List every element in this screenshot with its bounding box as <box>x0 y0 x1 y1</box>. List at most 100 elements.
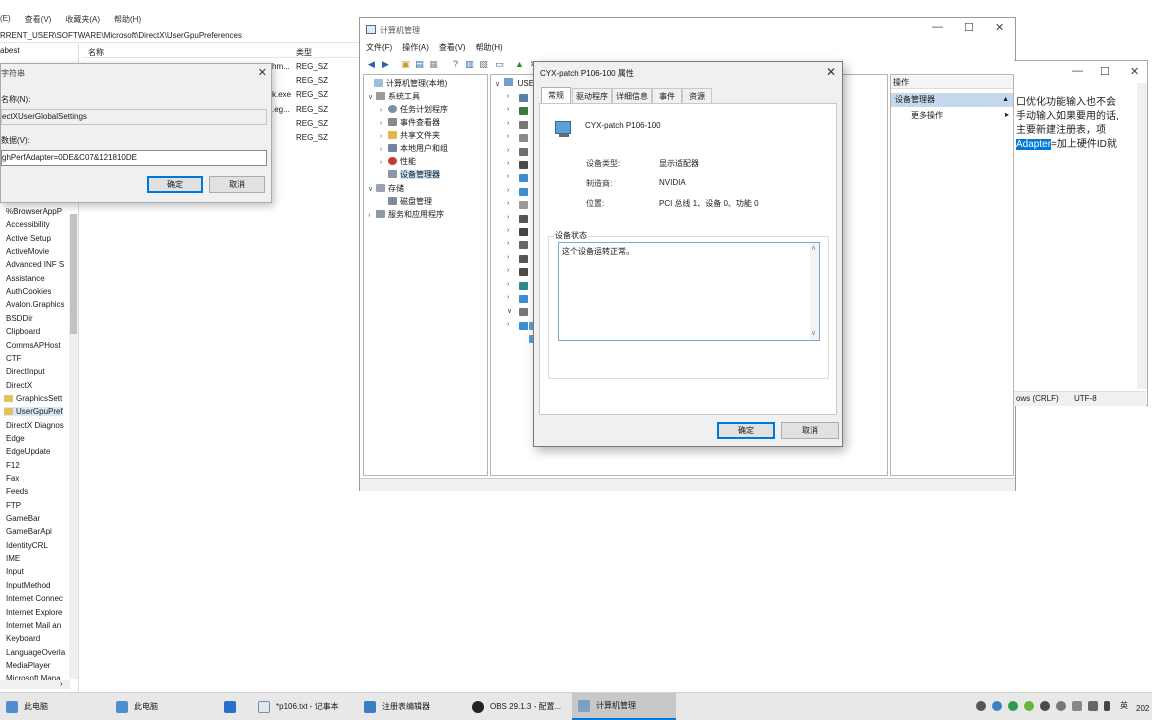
tree-services[interactable]: › 服务和应用程序 <box>368 209 444 220</box>
taskbar-item-obs[interactable]: OBS 29.1.3 - 配置... <box>466 693 568 720</box>
chevron-right-icon[interactable]: › <box>507 254 509 261</box>
chevron-right-icon[interactable]: › <box>507 133 509 140</box>
tree-event-viewer[interactable]: › 事件查看器 <box>380 117 440 128</box>
forward-arrow-icon[interactable]: ▶ <box>380 59 391 70</box>
chevron-right-icon[interactable]: › <box>507 281 509 288</box>
actions-section-device-manager[interactable]: 设备管理器 ▲ <box>891 93 1013 107</box>
maximize-icon[interactable]: ☐ <box>1100 65 1110 78</box>
tree-local-users[interactable]: › 本地用户和组 <box>380 143 448 154</box>
tree-key-item[interactable]: GameBar <box>6 514 40 523</box>
value-data-field[interactable]: ghPerfAdapter=0DE&C07&121810DE <box>1 150 267 166</box>
tree-key-item[interactable]: %BrowserAppP <box>6 207 62 216</box>
scroll-down-icon[interactable]: ∨ <box>811 329 816 337</box>
device-category-row[interactable]: › <box>493 159 533 172</box>
device-category-row[interactable]: › <box>493 92 533 105</box>
tree-key-item[interactable]: Clipboard <box>6 327 40 336</box>
tree-shared-folders[interactable]: › 共享文件夹 <box>380 130 440 141</box>
device-category-row[interactable]: ∨ <box>493 306 533 319</box>
back-arrow-icon[interactable]: ◀ <box>366 59 377 70</box>
device-category-row[interactable]: › <box>493 119 533 132</box>
chevron-right-icon[interactable]: › <box>507 160 509 167</box>
chevron-right-icon[interactable]: › <box>380 146 388 153</box>
device-category-row[interactable]: › <box>493 293 533 306</box>
tree-key-item[interactable]: FTP <box>6 501 21 510</box>
column-name[interactable]: 名称 <box>88 47 104 58</box>
chevron-down-icon[interactable]: ∨ <box>368 93 376 101</box>
taskbar-item-computer-management[interactable]: 计算机管理 <box>572 693 676 720</box>
tray-app-icon[interactable] <box>1008 701 1018 711</box>
device-category-row[interactable]: › <box>493 226 533 239</box>
device-category-row[interactable]: › <box>493 266 533 279</box>
chevron-down-icon[interactable]: ∨ <box>495 81 500 88</box>
tree-key-item[interactable]: Fax <box>6 474 19 483</box>
tree-disk-management[interactable]: 磁盘管理 <box>380 196 432 207</box>
device-category-row[interactable]: › <box>493 213 533 226</box>
menu-action[interactable]: 操作(A) <box>402 42 429 56</box>
tree-key-item[interactable]: DirectX Diagnos <box>6 421 64 430</box>
view-icon[interactable]: ▧ <box>478 59 489 70</box>
device-category-row[interactable]: › <box>493 280 533 293</box>
tree-key-item[interactable]: IdentityCRL <box>6 541 48 550</box>
chevron-right-icon[interactable]: › <box>507 214 509 221</box>
cancel-button[interactable]: 取消 <box>209 176 265 193</box>
tree-key-item[interactable]: Edge <box>6 434 25 443</box>
chevron-right-icon[interactable]: › <box>507 267 509 274</box>
menu-edit[interactable]: (E) <box>0 14 11 28</box>
tray-app-icon[interactable] <box>976 701 986 711</box>
tree-key-item[interactable]: AuthCookies <box>6 287 51 296</box>
tree-key-item[interactable]: F12 <box>6 461 20 470</box>
chevron-down-icon[interactable]: ∨ <box>507 307 512 315</box>
vertical-scrollbar[interactable] <box>1137 83 1147 389</box>
tab-events[interactable]: 事件 <box>652 88 682 103</box>
chevron-right-icon[interactable]: › <box>380 120 388 127</box>
properties-icon[interactable]: ▥ <box>464 59 475 70</box>
chevron-down-icon[interactable]: ∨ <box>368 185 376 193</box>
taskbar-item-app[interactable] <box>218 693 248 720</box>
taskbar-item-regedit[interactable]: 注册表编辑器 <box>358 693 458 720</box>
tray-cloud-icon[interactable] <box>992 701 1002 711</box>
tray-usb-icon[interactable] <box>1056 701 1066 711</box>
close-icon[interactable]: ✕ <box>995 21 1004 34</box>
tree-key-item[interactable]: ActiveMovie <box>6 247 49 256</box>
chevron-right-icon[interactable]: › <box>368 212 376 219</box>
clock[interactable]: 202 <box>1136 704 1149 713</box>
device-category-row[interactable]: › <box>493 186 533 199</box>
tree-key-item[interactable]: Active Setup <box>6 234 51 243</box>
chevron-right-icon[interactable]: › <box>507 294 509 301</box>
device-category-row[interactable]: › <box>493 172 533 185</box>
more-actions[interactable]: 更多操作 ▸ <box>911 110 1009 121</box>
help-icon[interactable]: ? <box>450 59 461 70</box>
tree-key-item[interactable]: DirectX <box>6 381 32 390</box>
menu-view[interactable]: 查看(V) <box>439 42 466 56</box>
scroll-right-arrow-icon[interactable]: › <box>60 679 63 688</box>
tree-performance[interactable]: › 性能 <box>380 156 416 167</box>
tab-details[interactable]: 详细信息 <box>612 88 652 103</box>
device-status-textbox[interactable]: 这个设备运转正常。 ∧ ∨ <box>558 242 820 341</box>
tray-network-icon[interactable] <box>1088 701 1098 711</box>
tree-system-tools[interactable]: ∨ 系统工具 <box>368 91 420 102</box>
device-category-row[interactable]: › <box>493 146 533 159</box>
tree-key-item[interactable]: LanguageOverla <box>6 648 65 657</box>
device-category-row[interactable]: › <box>493 105 533 118</box>
tree-storage[interactable]: ∨ 存储 <box>368 183 404 194</box>
tray-microphone-icon[interactable] <box>1104 701 1110 711</box>
tree-root[interactable]: 计算机管理(本地) <box>366 78 447 89</box>
taskbar-item-this-pc[interactable]: 此电脑 <box>0 693 100 720</box>
chevron-right-icon[interactable]: › <box>507 240 509 247</box>
chevron-right-icon[interactable]: › <box>507 106 509 113</box>
tree-key-item[interactable]: UserGpuPref <box>4 407 63 417</box>
column-type[interactable]: 类型 <box>296 47 312 58</box>
collapse-icon[interactable]: ▲ <box>1002 93 1009 107</box>
ok-button[interactable]: 确定 <box>717 422 775 439</box>
chevron-right-icon[interactable]: › <box>507 227 509 234</box>
chevron-right-icon[interactable]: › <box>507 147 509 154</box>
tree-key-item[interactable]: GraphicsSett <box>4 394 62 403</box>
tray-display-icon[interactable] <box>1072 701 1082 711</box>
tree-key-item[interactable]: Avalon.Graphics <box>6 300 65 309</box>
tree-key-item[interactable]: Feeds <box>6 487 28 496</box>
chevron-right-icon[interactable]: › <box>507 93 509 100</box>
tree-key-item[interactable]: DirectInput <box>6 367 45 376</box>
tree-key-item[interactable]: IME <box>6 554 20 563</box>
close-icon[interactable]: ✕ <box>258 66 267 79</box>
menu-help[interactable]: 帮助(H) <box>114 14 141 28</box>
